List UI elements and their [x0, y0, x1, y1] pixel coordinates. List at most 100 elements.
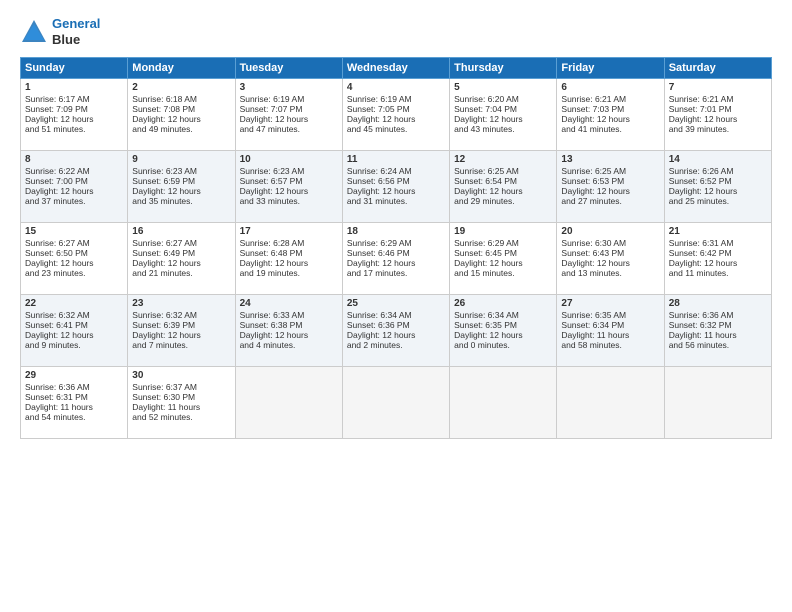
calendar-cell [235, 367, 342, 439]
cell-line: and 23 minutes. [25, 268, 123, 278]
calendar-cell: 1Sunrise: 6:17 AMSunset: 7:09 PMDaylight… [21, 79, 128, 151]
cell-line: and 52 minutes. [132, 412, 230, 422]
cell-line: and 33 minutes. [240, 196, 338, 206]
calendar-cell: 15Sunrise: 6:27 AMSunset: 6:50 PMDayligh… [21, 223, 128, 295]
header-row: SundayMondayTuesdayWednesdayThursdayFrid… [21, 58, 772, 79]
cell-line: and 58 minutes. [561, 340, 659, 350]
calendar-cell: 28Sunrise: 6:36 AMSunset: 6:32 PMDayligh… [664, 295, 771, 367]
cell-line: Sunrise: 6:28 AM [240, 238, 338, 248]
cell-line: Daylight: 12 hours [561, 258, 659, 268]
cell-line: and 56 minutes. [669, 340, 767, 350]
cell-line: Sunset: 7:09 PM [25, 104, 123, 114]
cell-line: Sunset: 6:42 PM [669, 248, 767, 258]
calendar-cell: 9Sunrise: 6:23 AMSunset: 6:59 PMDaylight… [128, 151, 235, 223]
cell-line: Daylight: 12 hours [240, 258, 338, 268]
day-number: 26 [454, 298, 552, 309]
cell-line: Daylight: 12 hours [132, 258, 230, 268]
cell-line: Sunset: 6:59 PM [132, 176, 230, 186]
cell-line: Sunrise: 6:23 AM [240, 166, 338, 176]
day-number: 7 [669, 82, 767, 93]
day-number: 22 [25, 298, 123, 309]
cell-line: Sunrise: 6:34 AM [347, 310, 445, 320]
cell-line: and 41 minutes. [561, 124, 659, 134]
cell-line: Sunrise: 6:37 AM [132, 382, 230, 392]
cell-line: and 45 minutes. [347, 124, 445, 134]
cell-line: Daylight: 12 hours [347, 186, 445, 196]
calendar-cell: 2Sunrise: 6:18 AMSunset: 7:08 PMDaylight… [128, 79, 235, 151]
calendar-cell: 19Sunrise: 6:29 AMSunset: 6:45 PMDayligh… [450, 223, 557, 295]
cell-line: and 0 minutes. [454, 340, 552, 350]
cell-line: Sunset: 6:43 PM [561, 248, 659, 258]
cell-line: Daylight: 12 hours [454, 186, 552, 196]
calendar-cell: 21Sunrise: 6:31 AMSunset: 6:42 PMDayligh… [664, 223, 771, 295]
cell-line: Daylight: 12 hours [669, 258, 767, 268]
day-number: 17 [240, 226, 338, 237]
calendar-cell: 29Sunrise: 6:36 AMSunset: 6:31 PMDayligh… [21, 367, 128, 439]
calendar-cell: 13Sunrise: 6:25 AMSunset: 6:53 PMDayligh… [557, 151, 664, 223]
col-header-wednesday: Wednesday [342, 58, 449, 79]
cell-line: Sunrise: 6:27 AM [132, 238, 230, 248]
cell-line: Daylight: 12 hours [240, 186, 338, 196]
calendar-cell: 25Sunrise: 6:34 AMSunset: 6:36 PMDayligh… [342, 295, 449, 367]
cell-line: Daylight: 12 hours [561, 186, 659, 196]
cell-line: Sunset: 6:41 PM [25, 320, 123, 330]
cell-line: and 15 minutes. [454, 268, 552, 278]
cell-line: Sunrise: 6:29 AM [347, 238, 445, 248]
calendar-cell [557, 367, 664, 439]
cell-line: Daylight: 12 hours [454, 114, 552, 124]
cell-line: Sunrise: 6:36 AM [669, 310, 767, 320]
cell-line: Sunset: 7:05 PM [347, 104, 445, 114]
cell-line: Daylight: 12 hours [240, 330, 338, 340]
cell-line: Daylight: 11 hours [25, 402, 123, 412]
col-header-monday: Monday [128, 58, 235, 79]
cell-line: and 2 minutes. [347, 340, 445, 350]
cell-line: Sunrise: 6:33 AM [240, 310, 338, 320]
cell-line: Sunset: 6:49 PM [132, 248, 230, 258]
day-number: 27 [561, 298, 659, 309]
cell-line: Sunrise: 6:27 AM [25, 238, 123, 248]
logo-text: General Blue [52, 16, 100, 47]
col-header-thursday: Thursday [450, 58, 557, 79]
cell-line: and 25 minutes. [669, 196, 767, 206]
day-number: 20 [561, 226, 659, 237]
calendar-cell: 26Sunrise: 6:34 AMSunset: 6:35 PMDayligh… [450, 295, 557, 367]
cell-line: Sunset: 7:04 PM [454, 104, 552, 114]
cell-line: Sunset: 6:36 PM [347, 320, 445, 330]
week-row-3: 15Sunrise: 6:27 AMSunset: 6:50 PMDayligh… [21, 223, 772, 295]
cell-line: Sunset: 6:52 PM [669, 176, 767, 186]
cell-line: Sunset: 6:50 PM [25, 248, 123, 258]
day-number: 23 [132, 298, 230, 309]
cell-line: and 51 minutes. [25, 124, 123, 134]
day-number: 13 [561, 154, 659, 165]
day-number: 1 [25, 82, 123, 93]
day-number: 10 [240, 154, 338, 165]
cell-line: Daylight: 12 hours [561, 114, 659, 124]
cell-line: Daylight: 12 hours [454, 330, 552, 340]
cell-line: Sunset: 6:57 PM [240, 176, 338, 186]
cell-line: and 27 minutes. [561, 196, 659, 206]
cell-line: and 7 minutes. [132, 340, 230, 350]
cell-line: Sunset: 6:48 PM [240, 248, 338, 258]
cell-line: Sunrise: 6:32 AM [25, 310, 123, 320]
cell-line: Daylight: 12 hours [25, 258, 123, 268]
calendar-cell: 23Sunrise: 6:32 AMSunset: 6:39 PMDayligh… [128, 295, 235, 367]
cell-line: Sunrise: 6:30 AM [561, 238, 659, 248]
calendar-cell: 3Sunrise: 6:19 AMSunset: 7:07 PMDaylight… [235, 79, 342, 151]
calendar-cell: 7Sunrise: 6:21 AMSunset: 7:01 PMDaylight… [664, 79, 771, 151]
logo: General Blue [20, 16, 100, 47]
cell-line: Sunrise: 6:31 AM [669, 238, 767, 248]
day-number: 3 [240, 82, 338, 93]
cell-line: and 9 minutes. [25, 340, 123, 350]
cell-line: and 13 minutes. [561, 268, 659, 278]
cell-line: Sunset: 6:31 PM [25, 392, 123, 402]
calendar-cell: 12Sunrise: 6:25 AMSunset: 6:54 PMDayligh… [450, 151, 557, 223]
calendar-cell [664, 367, 771, 439]
cell-line: Sunrise: 6:36 AM [25, 382, 123, 392]
cell-line: and 35 minutes. [132, 196, 230, 206]
calendar-cell: 10Sunrise: 6:23 AMSunset: 6:57 PMDayligh… [235, 151, 342, 223]
cell-line: Sunrise: 6:35 AM [561, 310, 659, 320]
week-row-1: 1Sunrise: 6:17 AMSunset: 7:09 PMDaylight… [21, 79, 772, 151]
day-number: 8 [25, 154, 123, 165]
calendar-cell: 27Sunrise: 6:35 AMSunset: 6:34 PMDayligh… [557, 295, 664, 367]
cell-line: Daylight: 12 hours [132, 114, 230, 124]
